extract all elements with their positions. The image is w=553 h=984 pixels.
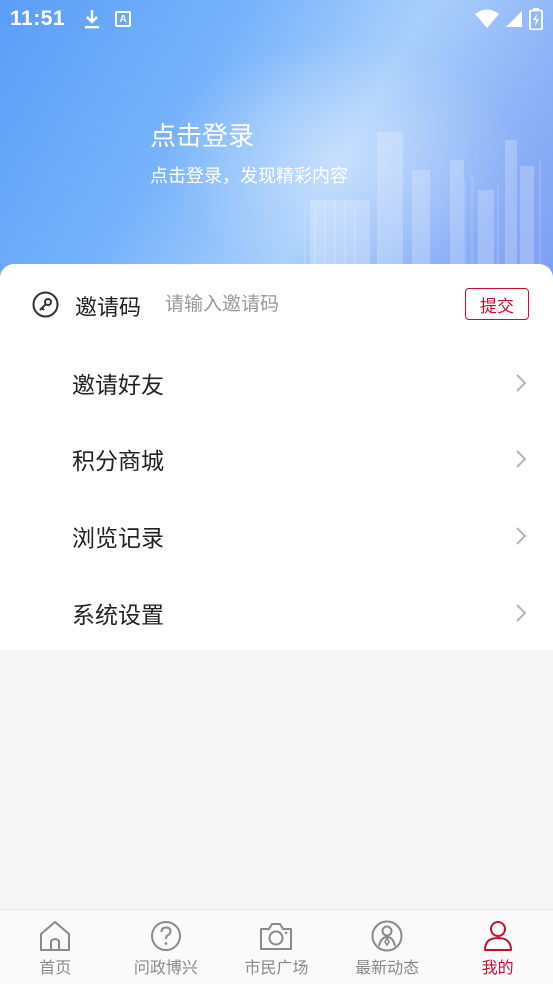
- invite-code-row: 邀请码 提交: [0, 264, 553, 344]
- menu-item-system-settings[interactable]: 系统设置: [0, 574, 553, 650]
- a-icon: A: [115, 11, 132, 27]
- menu-card: 邀请码 提交 邀请好友 积分商城 浏览记录 系统设置: [0, 264, 553, 650]
- menu-item-invite-friends[interactable]: 邀请好友: [0, 344, 553, 420]
- tab-home[interactable]: 首页: [0, 910, 111, 984]
- tab-label: 首页: [39, 958, 72, 977]
- login-title[interactable]: 点击登录: [150, 120, 348, 154]
- invite-code-input[interactable]: [165, 286, 445, 322]
- menu-item-label: 积分商城: [72, 449, 164, 475]
- key-icon: [32, 291, 59, 318]
- person-icon: [483, 921, 512, 951]
- tab-mine[interactable]: 我的: [442, 910, 553, 984]
- tab-label: 最新动态: [355, 958, 420, 977]
- wifi-icon: [475, 9, 499, 28]
- home-icon: [40, 921, 71, 951]
- profile-header: 11:51 A 点击登录 点击登录，发现精彩内容: [0, 0, 553, 290]
- menu-item-browse-history[interactable]: 浏览记录: [0, 497, 553, 573]
- battery-icon: [529, 8, 543, 30]
- menu-item-label: 系统设置: [72, 603, 164, 629]
- tab-latest-news[interactable]: 最新动态: [332, 910, 443, 984]
- question-icon: [150, 921, 181, 951]
- status-bar: 11:51 A: [0, 0, 553, 38]
- chevron-right-icon: [516, 604, 527, 622]
- menu-item-points-mall[interactable]: 积分商城: [0, 420, 553, 496]
- bottom-tab-bar: 首页 问政博兴 市民广场 最新动态 我的: [0, 909, 553, 984]
- chevron-right-icon: [516, 374, 527, 392]
- download-icon: [85, 10, 100, 29]
- tab-label: 问政博兴: [133, 958, 198, 977]
- tab-ask-gov[interactable]: 问政博兴: [111, 910, 222, 984]
- tab-label: 我的: [481, 958, 514, 977]
- invite-code-label: 邀请码: [75, 296, 142, 321]
- login-subtitle: 点击登录，发现精彩内容: [150, 166, 348, 187]
- menu-item-label: 邀请好友: [72, 373, 164, 399]
- tab-citizen-square[interactable]: 市民广场: [221, 910, 332, 984]
- login-prompt[interactable]: 点击登录 点击登录，发现精彩内容: [150, 120, 348, 188]
- submit-button[interactable]: 提交: [465, 288, 529, 320]
- tab-label: 市民广场: [244, 958, 309, 977]
- signal-icon: [506, 11, 522, 27]
- chevron-right-icon: [516, 527, 527, 545]
- status-time: 11:51: [10, 7, 66, 30]
- chevron-right-icon: [516, 450, 527, 468]
- camera-icon: [260, 923, 293, 950]
- system-status-icons: [475, 8, 543, 30]
- menu-item-label: 浏览记录: [72, 526, 164, 552]
- user-circle-icon: [371, 920, 403, 952]
